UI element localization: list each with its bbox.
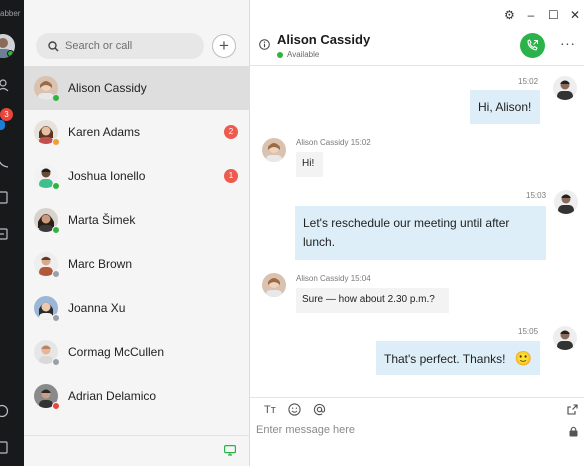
conversation-title: Alison Cassidy <box>277 32 371 47</box>
message-time: 15:05 <box>518 327 539 336</box>
unread-count-badge: 2 <box>224 125 238 139</box>
search-input[interactable] <box>65 40 195 52</box>
message-text: That's perfect. Thanks! <box>384 352 506 366</box>
contact-list-panel: + Alison Cassidy Karen Adams 2 Joshua Io… <box>24 0 250 466</box>
chats-nav-indicator[interactable] <box>0 120 5 130</box>
expand-icon[interactable] <box>567 404 578 415</box>
contact-row[interactable]: Alison Cassidy <box>24 66 250 110</box>
message-time: 15:02 <box>518 77 539 86</box>
contacts-icon[interactable] <box>0 78 10 92</box>
message-bubble-outgoing: Let's reschedule our meeting until after… <box>295 206 546 260</box>
composer-toolbar: Tт <box>264 403 326 416</box>
lock-icon <box>569 426 578 437</box>
presence-dot <box>52 182 60 190</box>
presence-label: Available <box>287 50 320 59</box>
avatar <box>34 384 60 410</box>
desktop-share-icon[interactable] <box>224 445 236 456</box>
mention-icon[interactable] <box>313 403 326 416</box>
smiley-emoji: 🙂 <box>514 350 533 366</box>
window-controls: ⚙ – ☐ ✕ <box>504 8 580 22</box>
contact-name: Marc Brown <box>68 257 133 271</box>
contact-name: Marta Šimek <box>68 213 136 227</box>
my-message-avatar <box>553 76 577 100</box>
avatar <box>34 340 60 366</box>
message-composer: Tт <box>250 397 584 466</box>
settings-icon[interactable]: ⚙ <box>504 8 515 22</box>
maximize-icon[interactable]: ☐ <box>548 8 559 22</box>
search-bar[interactable] <box>36 33 204 59</box>
unread-count-badge: 1 <box>224 169 238 183</box>
help-icon[interactable] <box>0 404 10 418</box>
info-icon[interactable] <box>259 39 270 50</box>
navigation-rail: abber 3 <box>0 0 24 466</box>
phone-icon[interactable] <box>0 155 10 169</box>
settings-rail-icon[interactable] <box>0 440 10 454</box>
presence-dot <box>52 138 60 146</box>
contact-row[interactable]: Marc Brown <box>24 242 250 286</box>
contact-row[interactable]: Karen Adams 2 <box>24 110 250 154</box>
phone-call-icon <box>527 39 538 51</box>
search-icon <box>48 40 59 52</box>
contact-row[interactable]: Joshua Ionello 1 <box>24 154 250 198</box>
contact-name: Alison Cassidy <box>68 81 147 95</box>
avatar <box>34 164 60 190</box>
avatar <box>34 76 60 102</box>
avatar <box>34 252 60 278</box>
contact-name: Joanna Xu <box>68 301 126 315</box>
more-options-icon[interactable]: ··· <box>560 35 576 51</box>
close-icon[interactable]: ✕ <box>570 8 580 22</box>
avatar <box>34 120 60 146</box>
my-status-indicator <box>7 50 14 57</box>
contact-name: Cormag McCullen <box>68 345 165 359</box>
add-button[interactable]: + <box>212 34 236 58</box>
my-message-avatar <box>554 190 578 214</box>
my-avatar[interactable] <box>0 34 15 58</box>
message-time: 15:03 <box>526 191 547 200</box>
presence-dot <box>52 402 60 410</box>
presence-status: Available <box>277 50 319 59</box>
emoji-icon[interactable] <box>288 403 301 416</box>
contact-message-avatar <box>262 138 286 162</box>
message-bubble-incoming: Sure — how about 2.30 p.m.? <box>296 288 449 313</box>
conversation-header: Alison Cassidy Available ··· <box>250 24 584 66</box>
message-sender-time: Alison Cassidy 15:04 <box>296 274 371 283</box>
my-message-avatar <box>553 326 577 350</box>
contact-row[interactable]: Cormag McCullen <box>24 330 250 374</box>
presence-dot <box>52 358 60 366</box>
presence-dot <box>52 94 60 102</box>
list-footer <box>24 435 250 466</box>
contact-row[interactable]: Adrian Delamico <box>24 374 250 418</box>
call-button[interactable] <box>520 33 545 58</box>
contact-name: Joshua Ionello <box>68 169 146 183</box>
contact-row[interactable]: Joanna Xu <box>24 286 250 330</box>
minimize-icon[interactable]: – <box>526 8 536 22</box>
chats-unread-badge: 3 <box>0 108 13 121</box>
voicemail-icon[interactable] <box>0 190 10 204</box>
message-bubble-incoming: Hi! <box>296 152 323 177</box>
contact-message-avatar <box>262 273 286 297</box>
message-input[interactable] <box>256 424 556 436</box>
available-dot <box>277 51 283 58</box>
meetings-icon[interactable] <box>0 227 10 241</box>
presence-dot <box>52 314 60 322</box>
presence-dot <box>52 226 60 234</box>
message-bubble-outgoing: Hi, Alison! <box>470 90 540 124</box>
app-brand: abber <box>0 9 21 18</box>
avatar <box>34 208 60 234</box>
contact-name: Karen Adams <box>68 125 141 139</box>
contact-row[interactable]: Marta Šimek <box>24 198 250 242</box>
avatar <box>34 296 60 322</box>
message-sender-time: Alison Cassidy 15:02 <box>296 138 371 147</box>
presence-dot <box>52 270 60 278</box>
conversation-panel: ⚙ – ☐ ✕ Alison Cassidy Available ··· 15:… <box>250 0 584 466</box>
text-format-icon[interactable]: Tт <box>264 404 276 416</box>
contact-name: Adrian Delamico <box>68 389 157 403</box>
message-bubble-outgoing: That's perfect. Thanks! 🙂 <box>376 341 540 375</box>
